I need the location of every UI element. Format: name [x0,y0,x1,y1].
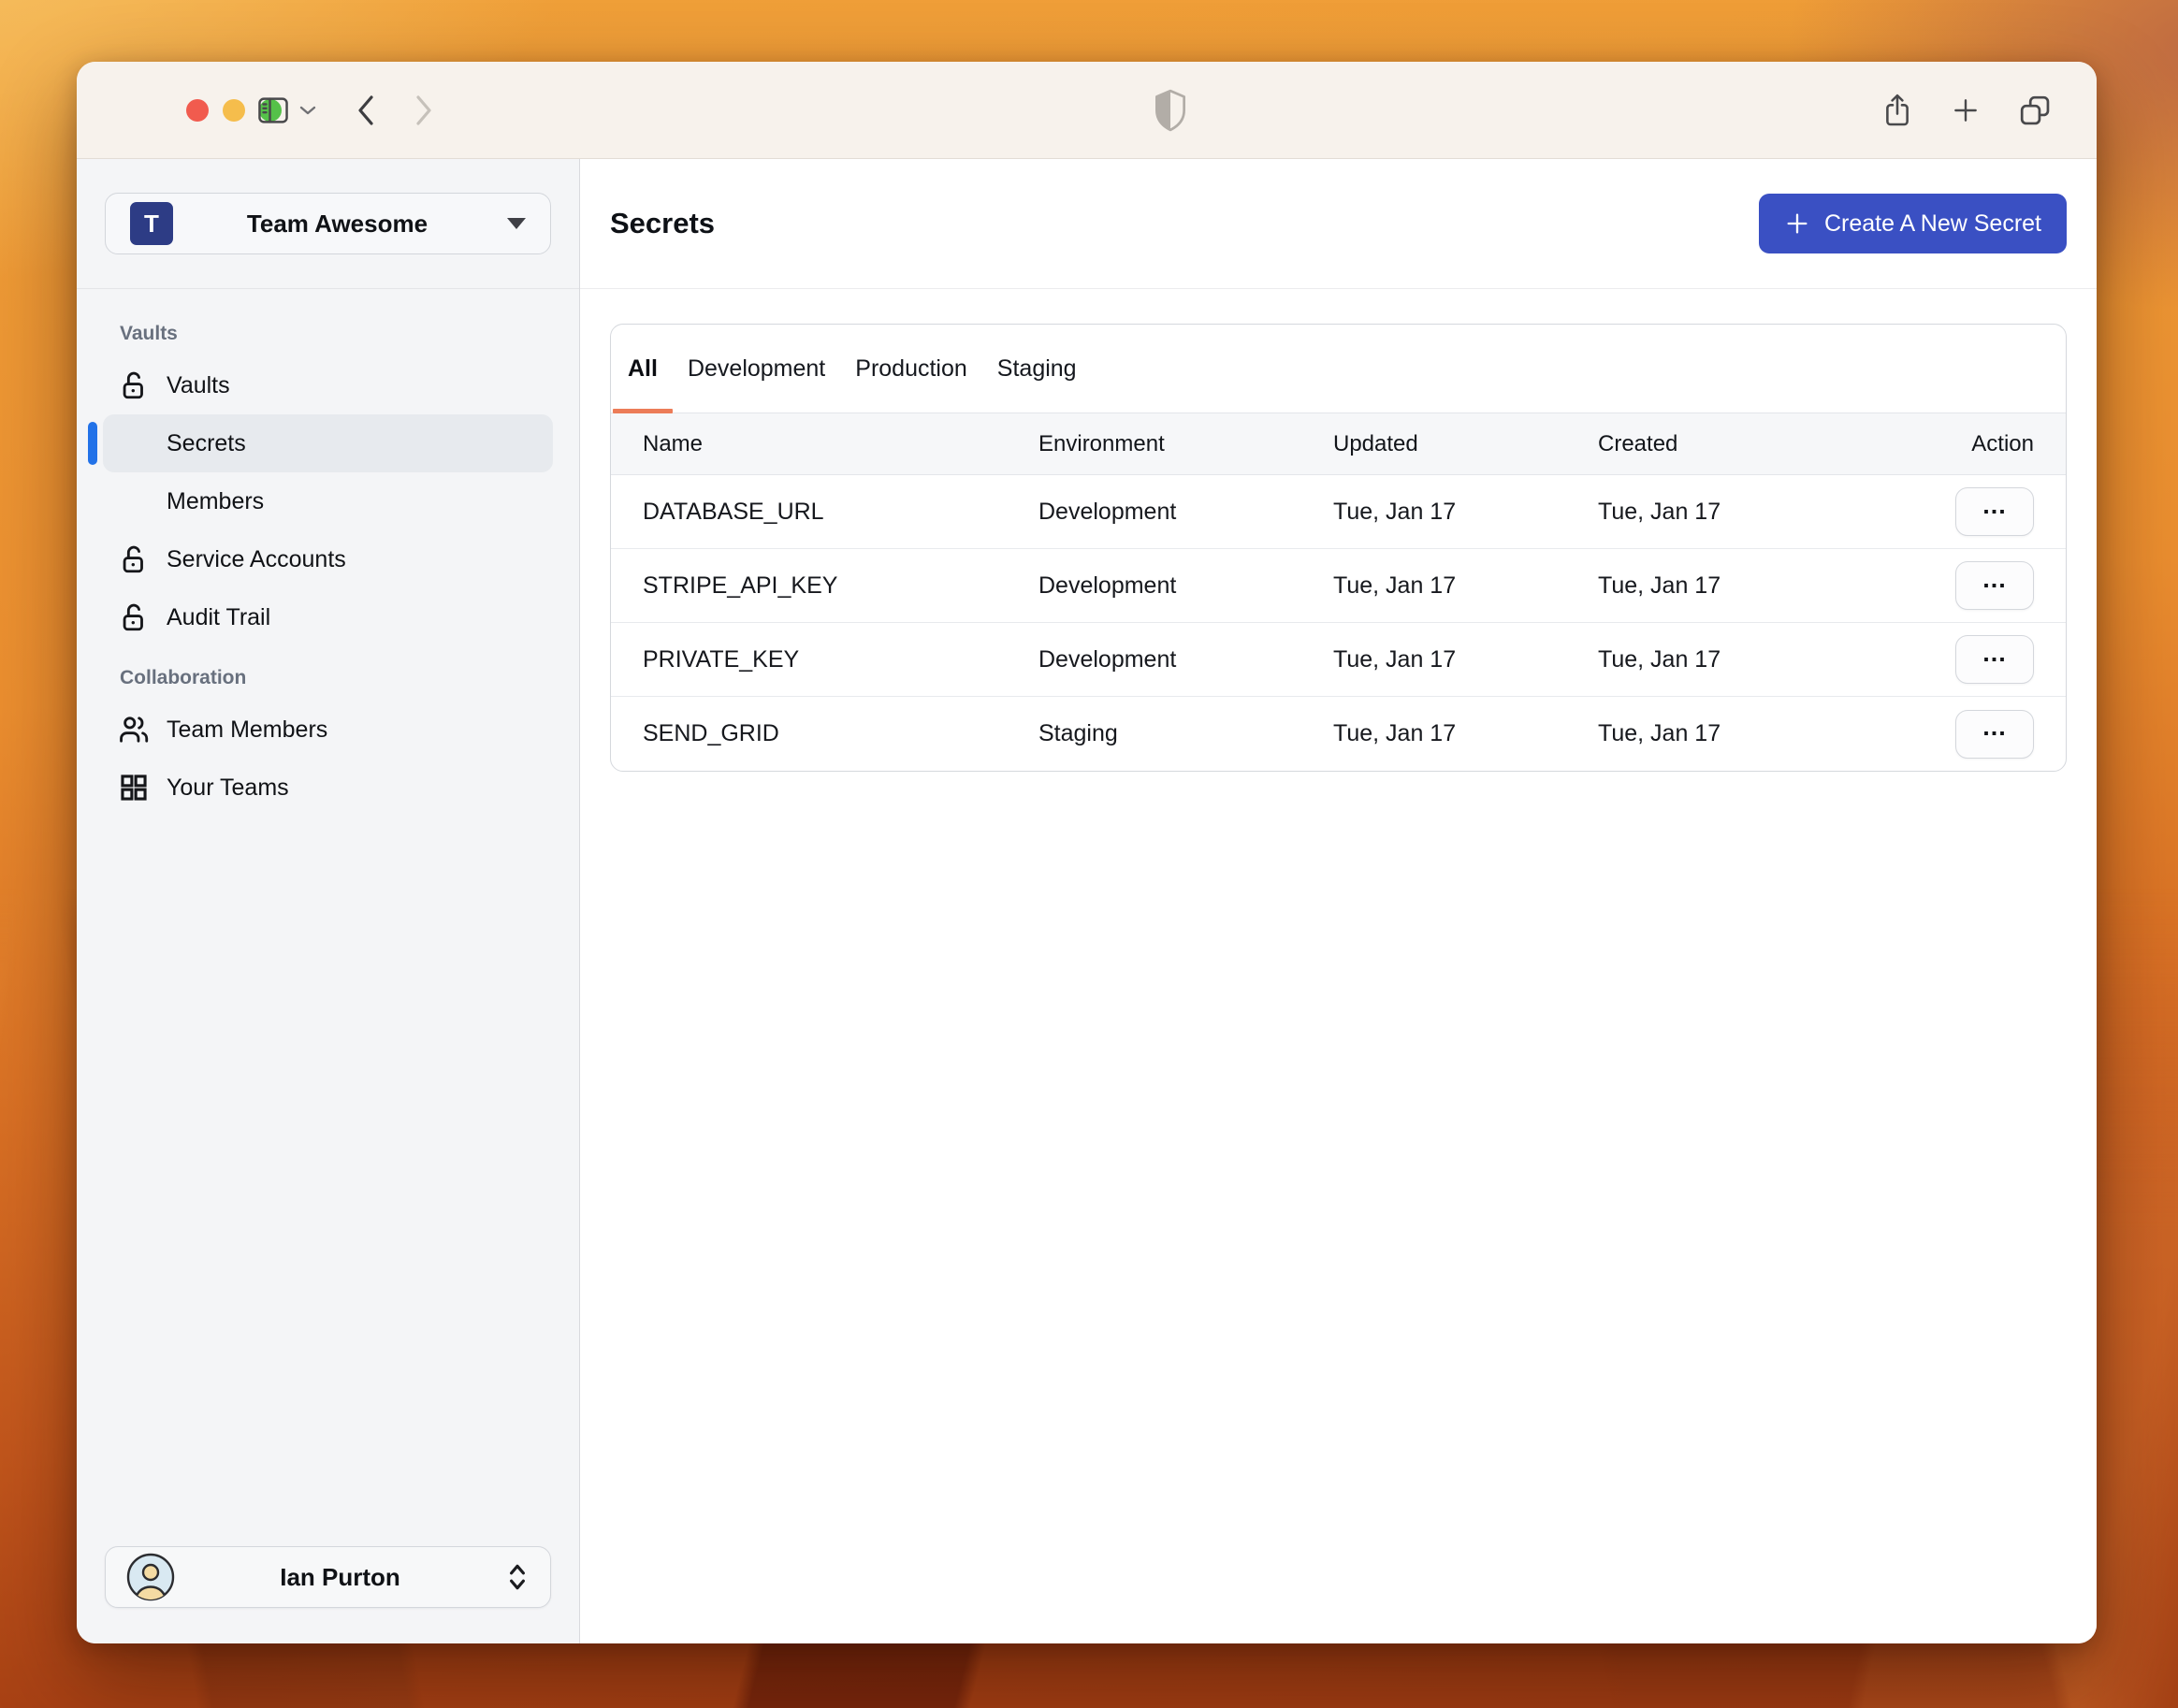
main-header: Secrets Create A New Secret [580,159,2097,289]
secret-updated: Tue, Jan 17 [1333,572,1457,599]
secret-environment: Development [1038,572,1177,599]
back-icon[interactable] [356,94,376,127]
unlock-icon [118,601,150,633]
sidebar-item-vaults[interactable]: Vaults [103,356,553,414]
team-switcher[interactable]: T Team Awesome [105,193,551,254]
plus-icon [1784,210,1810,237]
sidebar-footer: Ian Purton [77,1546,579,1643]
tab-production[interactable]: Production [840,325,982,413]
section-label-collaboration: Collaboration [120,667,247,688]
column-header-created: Created [1598,430,1678,456]
secret-environment: Development [1038,498,1177,525]
selected-indicator [88,422,97,465]
unlock-icon [118,369,150,401]
ellipsis-icon: ... [1982,713,2007,741]
row-actions-button[interactable]: ... [1955,487,2034,536]
secret-environment: Development [1038,645,1177,673]
secret-updated: Tue, Jan 17 [1333,720,1457,746]
environment-tabs: All Development Production Staging [611,325,2066,413]
sidebar-item-label: Members [167,487,265,514]
team-name: Team Awesome [246,209,428,238]
secret-created: Tue, Jan 17 [1598,572,1721,599]
share-icon[interactable] [1881,92,1913,129]
secret-name: SEND_GRID [643,720,779,746]
tab-staging[interactable]: Staging [982,325,1092,413]
secret-name: STRIPE_API_KEY [643,572,838,599]
team-switcher-area: T Team Awesome [77,159,579,289]
minimize-window-button[interactable] [223,98,245,122]
titlebar-left-toolbar [256,62,434,158]
secret-updated: Tue, Jan 17 [1333,645,1457,673]
table-row: SEND_GRID Staging Tue, Jan 17 Tue, Jan 1… [611,697,2066,771]
caret-down-icon [507,218,526,229]
sidebar-item-label: Audit Trail [167,603,271,630]
row-actions-button[interactable]: ... [1955,561,2034,610]
close-window-button[interactable] [186,98,209,122]
sidebar-item-label: Service Accounts [167,545,346,572]
team-avatar: T [130,202,173,245]
secret-created: Tue, Jan 17 [1598,720,1721,746]
app-shield-icon [1153,62,1188,158]
chevron-up-down-icon [505,1561,530,1593]
grid-icon [118,772,150,803]
secret-created: Tue, Jan 17 [1598,498,1721,525]
secret-environment: Staging [1038,720,1118,746]
app-window: T Team Awesome Vaults Vaults Secrets Mem… [77,62,2097,1643]
forward-icon[interactable] [414,94,434,127]
sidebar-item-label: Team Members [167,716,328,743]
table-row: DATABASE_URL Development Tue, Jan 17 Tue… [611,475,2066,549]
secrets-card: All Development Production Staging Name … [610,324,2067,772]
row-actions-button[interactable]: ... [1955,635,2034,684]
sidebar-item-team-members[interactable]: Team Members [103,701,553,759]
page-title: Secrets [610,207,716,239]
sidebar-item-label: Your Teams [167,774,289,801]
sidebar-item-label: Vaults [167,371,230,398]
sidebar: T Team Awesome Vaults Vaults Secrets Mem… [77,159,580,1643]
users-icon [118,714,150,745]
sidebar-toggle-icon[interactable] [256,95,290,125]
secret-created: Tue, Jan 17 [1598,645,1721,673]
section-label-vaults: Vaults [120,323,178,344]
create-button-label: Create A New Secret [1823,210,2041,237]
column-header-action: Action [1971,430,2034,456]
sidebar-nav: Vaults Vaults Secrets Members Service Ac… [77,289,579,1546]
main-content: All Development Production Staging Name … [580,289,2097,806]
sidebar-item-members[interactable]: Members [103,472,553,530]
chevron-down-icon[interactable] [299,105,316,116]
column-header-updated: Updated [1333,430,1418,456]
column-header-name: Name [643,430,704,456]
table-row: PRIVATE_KEY Development Tue, Jan 17 Tue,… [611,623,2066,697]
tab-all[interactable]: All [613,325,673,413]
tab-development[interactable]: Development [673,325,840,413]
sidebar-item-service-accounts[interactable]: Service Accounts [103,530,553,588]
ellipsis-icon: ... [1982,638,2007,667]
sidebar-item-audit-trail[interactable]: Audit Trail [103,588,553,646]
sidebar-item-your-teams[interactable]: Your Teams [103,759,553,817]
user-menu[interactable]: Ian Purton [105,1546,551,1608]
table-header: Name Environment Updated Created Action [611,413,2066,475]
main-panel: Secrets Create A New Secret All Developm… [580,159,2097,1643]
sidebar-item-label: Secrets [167,429,246,456]
unlock-icon [118,543,150,575]
person-circle-icon [126,1553,175,1601]
secret-name: PRIVATE_KEY [643,645,800,673]
window-titlebar [77,62,2097,159]
sidebar-item-secrets[interactable]: Secrets [88,414,553,472]
create-new-secret-button[interactable]: Create A New Secret [1758,194,2067,253]
titlebar-right-toolbar [1881,62,2052,158]
window-body: T Team Awesome Vaults Vaults Secrets Mem… [77,159,2097,1643]
copy-tabs-icon[interactable] [2018,94,2052,127]
secret-name: DATABASE_URL [643,498,824,525]
plus-icon[interactable] [1951,95,1981,125]
user-name: Ian Purton [280,1562,400,1591]
ellipsis-icon: ... [1982,490,2007,519]
column-header-environment: Environment [1038,430,1165,456]
table-row: STRIPE_API_KEY Development Tue, Jan 17 T… [611,549,2066,623]
secret-updated: Tue, Jan 17 [1333,498,1457,525]
row-actions-button[interactable]: ... [1955,709,2034,759]
ellipsis-icon: ... [1982,564,2007,593]
